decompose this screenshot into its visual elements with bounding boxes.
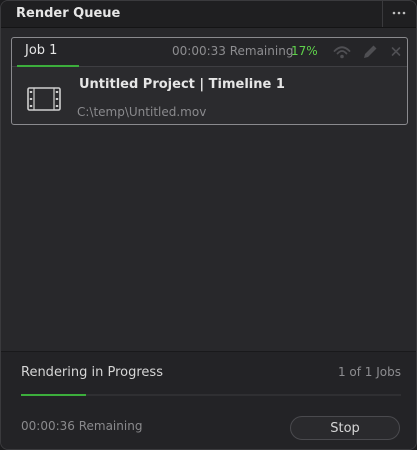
render-queue-panel: Render Queue Job 1 00:00:33 Remaining 17… [0, 0, 417, 450]
remote-render-icon[interactable] [332, 43, 352, 61]
panel-header: Render Queue [1, 1, 416, 28]
panel-title: Render Queue [16, 6, 121, 21]
more-dots-icon[interactable] [390, 5, 408, 21]
render-progress-fill [21, 394, 86, 396]
job-project-title: Untitled Project | Timeline 1 [79, 77, 285, 92]
job-progress-percent: 17% [291, 44, 318, 58]
job-remaining-time: 00:00:33 Remaining [172, 44, 294, 58]
active-tab-indicator [17, 65, 79, 67]
job-output-path: C:\temp\Untitled.mov [77, 105, 207, 119]
job-topbar: Job 1 00:00:33 Remaining 17% [12, 38, 407, 67]
render-status-label: Rendering in Progress [21, 365, 163, 380]
render-status-footer: Rendering in Progress 1 of 1 Jobs 00:00:… [1, 351, 416, 449]
edit-pencil-icon[interactable] [360, 43, 380, 61]
stop-button[interactable]: Stop [290, 416, 400, 440]
jobs-count: 1 of 1 Jobs [337, 365, 401, 379]
close-icon[interactable] [386, 43, 406, 61]
tab-job-1[interactable]: Job 1 [17, 38, 79, 67]
header-divider [382, 1, 383, 27]
film-clip-icon [27, 87, 61, 111]
render-progress-bar [21, 394, 401, 396]
job-tab-label: Job 1 [25, 43, 58, 58]
render-job-card[interactable]: Job 1 00:00:33 Remaining 17% Untitled Pr… [11, 37, 408, 125]
total-remaining-time: 00:00:36 Remaining [21, 419, 143, 433]
